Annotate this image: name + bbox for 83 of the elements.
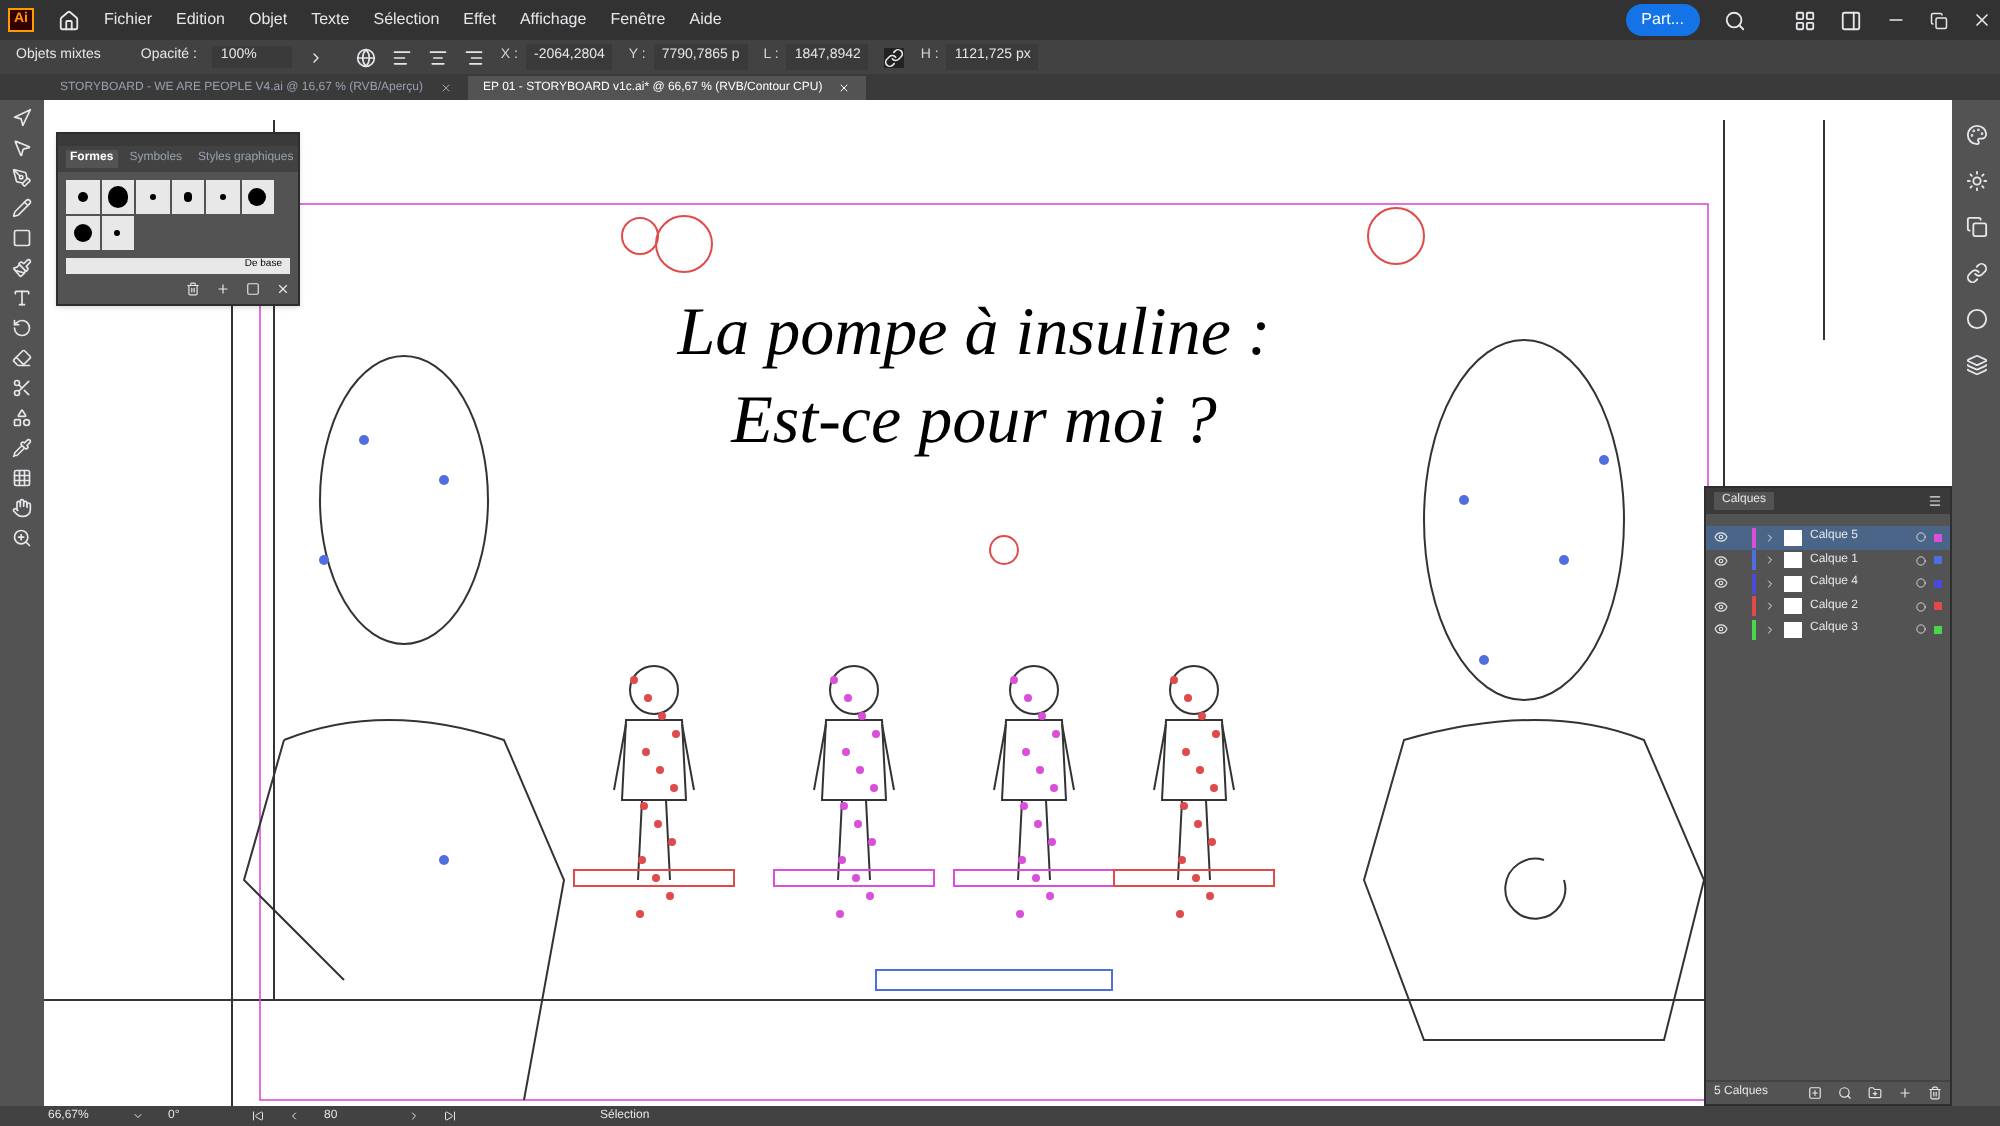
target-icon[interactable]	[1916, 555, 1926, 566]
selection-square	[1934, 625, 1942, 634]
copy-icon[interactable]	[1965, 216, 1987, 238]
menu-item[interactable]: Texte	[311, 8, 350, 32]
menu-item[interactable]: Objet	[248, 8, 288, 32]
target-icon[interactable]	[1916, 624, 1926, 635]
circle-icon[interactable]	[1965, 308, 1987, 330]
palette-icon[interactable]	[1965, 124, 1987, 146]
globe-icon[interactable]	[356, 47, 377, 67]
align-right-icon[interactable]	[464, 47, 485, 67]
zoom-icon[interactable]	[12, 528, 32, 548]
menu-item[interactable]: Affichage	[519, 8, 587, 32]
menu-item[interactable]: Fenêtre	[610, 8, 666, 32]
pencil-icon[interactable]	[12, 198, 32, 218]
brush-swatch[interactable]	[241, 180, 274, 214]
new-sublayer-icon[interactable]	[1868, 1086, 1882, 1100]
sun-icon[interactable]	[1965, 170, 1987, 192]
link-icon[interactable]	[1965, 262, 1987, 284]
last-artboard-icon[interactable]	[444, 1110, 456, 1122]
target-icon[interactable]	[1916, 532, 1926, 543]
close-tab-icon[interactable]	[439, 82, 451, 94]
eraser-icon[interactable]	[12, 348, 32, 368]
artwork-title: Est-ce pour moi ?	[731, 382, 1217, 462]
add-icon[interactable]	[216, 282, 230, 296]
brush-swatch[interactable]	[101, 216, 134, 250]
grid-icon[interactable]	[12, 468, 32, 488]
square-icon[interactable]	[246, 282, 260, 296]
scissors-icon[interactable]	[12, 378, 32, 398]
close-icon[interactable]	[1972, 10, 1992, 30]
selection-square	[1934, 556, 1942, 565]
search-icon[interactable]	[1724, 9, 1746, 31]
share-button[interactable]: Part...	[1625, 4, 1700, 36]
brush-swatch[interactable]	[101, 180, 134, 214]
search-icon[interactable]	[1838, 1086, 1852, 1100]
brush-swatch[interactable]	[66, 180, 99, 214]
panel-icon[interactable]	[1840, 9, 1862, 31]
align-left-icon[interactable]	[392, 47, 413, 67]
layers-icon[interactable]	[1965, 354, 1987, 376]
brush-swatch[interactable]	[136, 180, 169, 214]
target-icon[interactable]	[1916, 601, 1926, 612]
selection-square	[1934, 602, 1942, 611]
menu-item[interactable]: Edition	[176, 8, 225, 32]
eyedropper-icon[interactable]	[12, 438, 32, 458]
visibility-icon[interactable]	[1714, 576, 1728, 591]
next-artboard-icon[interactable]	[408, 1110, 420, 1122]
menu-item[interactable]: Aide	[689, 8, 722, 32]
menu-item[interactable]: Fichier	[104, 8, 153, 32]
home-icon[interactable]	[58, 9, 80, 31]
delete-icon[interactable]	[1928, 1086, 1942, 1100]
previous-artboard-icon[interactable]	[288, 1110, 300, 1122]
delete-icon[interactable]	[186, 282, 200, 296]
brush-icon[interactable]	[12, 258, 32, 278]
new-layer-icon[interactable]	[1898, 1086, 1912, 1100]
rotate-icon[interactable]	[12, 318, 32, 338]
visibility-icon[interactable]	[1714, 553, 1728, 568]
dropdown-icon[interactable]	[132, 1110, 144, 1122]
artwork-title: La pompe à insuline :	[677, 294, 1271, 374]
menu-item[interactable]: Effet	[463, 8, 496, 32]
visibility-icon[interactable]	[1714, 622, 1728, 637]
align-center-icon[interactable]	[428, 47, 449, 67]
visibility-icon[interactable]	[1714, 530, 1728, 545]
type-icon[interactable]	[12, 288, 32, 308]
visibility-icon[interactable]	[1714, 599, 1728, 614]
constrain-link-icon[interactable]	[884, 47, 905, 67]
first-artboard-icon[interactable]	[252, 1110, 264, 1122]
direct-selection-icon[interactable]	[12, 138, 32, 158]
export-icon[interactable]	[1808, 1086, 1822, 1100]
hand-icon[interactable]	[12, 498, 32, 518]
close-icon[interactable]	[276, 282, 290, 296]
menu-icon[interactable]	[1928, 494, 1942, 508]
selection-arrow-icon[interactable]	[12, 108, 32, 128]
brush-swatch[interactable]	[171, 180, 204, 214]
menu-item[interactable]: Sélection	[373, 8, 440, 32]
workspace-icon[interactable]	[1794, 9, 1816, 31]
restore-icon[interactable]	[1930, 11, 1948, 29]
target-icon[interactable]	[1916, 578, 1926, 589]
selection-square	[1934, 579, 1942, 588]
rectangle-icon[interactable]	[12, 228, 32, 248]
brush-swatch[interactable]	[206, 180, 239, 214]
shapes-icon[interactable]	[12, 408, 32, 428]
pen-icon[interactable]	[12, 168, 32, 188]
brush-swatch[interactable]	[66, 216, 99, 250]
selection-square	[1934, 533, 1942, 542]
